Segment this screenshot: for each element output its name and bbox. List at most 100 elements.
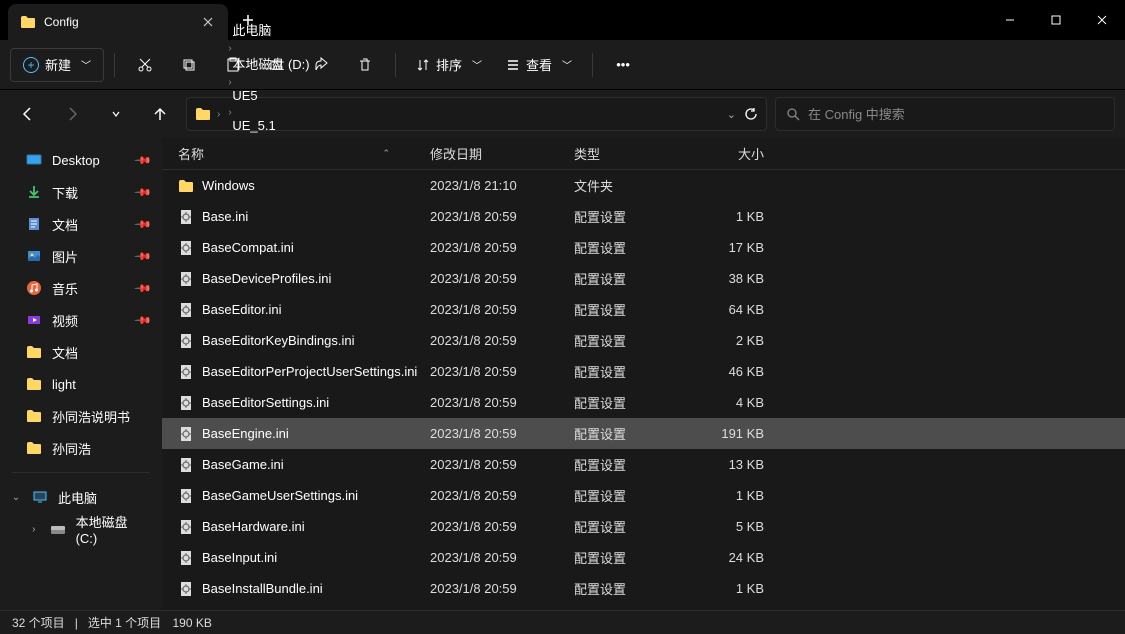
ini-icon — [178, 240, 194, 256]
sidebar-label: 孙同浩说明书 — [52, 407, 130, 426]
ini-icon — [178, 488, 194, 504]
file-date: 2023/1/8 20:59 — [430, 457, 574, 472]
forward-button[interactable] — [54, 96, 90, 132]
breadcrumb-item[interactable]: 此电脑 — [226, 20, 315, 39]
file-row[interactable]: BaseGame.ini2023/1/8 20:59配置设置13 KB — [162, 449, 1125, 480]
separator — [592, 53, 593, 77]
sidebar-item[interactable]: 音乐📌 — [0, 272, 162, 304]
recent-dropdown[interactable] — [98, 96, 134, 132]
chevron-right-icon: › — [28, 524, 40, 535]
file-row[interactable]: BaseEditorKeyBindings.ini2023/1/8 20:59配… — [162, 325, 1125, 356]
column-type[interactable]: 类型 — [574, 144, 694, 163]
file-row[interactable]: BaseInstallBundle.ini2023/1/8 20:59配置设置1… — [162, 573, 1125, 604]
music-icon — [26, 280, 42, 296]
titlebar-drag[interactable] — [268, 0, 987, 40]
file-date: 2023/1/8 20:59 — [430, 395, 574, 410]
back-button[interactable] — [10, 96, 46, 132]
chevron-down-icon[interactable]: ⌄ — [727, 108, 736, 121]
minimize-button[interactable] — [987, 0, 1033, 40]
file-date: 2023/1/8 20:59 — [430, 519, 574, 534]
sidebar-label: 视频 — [52, 311, 78, 330]
sidebar-item[interactable]: 文档 — [0, 336, 162, 368]
file-type: 配置设置 — [574, 269, 694, 288]
file-row[interactable]: BaseEditor.ini2023/1/8 20:59配置设置64 KB — [162, 294, 1125, 325]
file-size: 1 KB — [694, 209, 764, 224]
sidebar-item[interactable]: light — [0, 368, 162, 400]
chevron-right-icon[interactable]: › — [215, 109, 222, 120]
file-name: BaseInstallBundle.ini — [202, 581, 323, 596]
cut-button[interactable] — [125, 48, 165, 82]
sidebar-label: 图片 — [52, 247, 78, 266]
delete-button[interactable] — [345, 48, 385, 82]
sidebar-label: 文档 — [52, 215, 78, 234]
file-name: BaseDeviceProfiles.ini — [202, 271, 331, 286]
sidebar-item[interactable]: 视频📌 — [0, 304, 162, 336]
column-headers: 名称 ⌃ 修改日期 类型 大小 — [162, 138, 1125, 170]
sidebar-item[interactable]: Desktop📌 — [0, 144, 162, 176]
close-icon[interactable] — [200, 14, 216, 30]
file-list[interactable]: Windows2023/1/8 21:10文件夹Base.ini2023/1/8… — [162, 170, 1125, 610]
sidebar: Desktop📌下载📌文档📌图片📌音乐📌视频📌文档light孙同浩说明书孙同浩 … — [0, 138, 162, 610]
file-size: 191 KB — [694, 426, 764, 441]
file-row[interactable]: BaseDeviceProfiles.ini2023/1/8 20:59配置设置… — [162, 263, 1125, 294]
ini-icon — [178, 426, 194, 442]
file-row[interactable]: BaseCompat.ini2023/1/8 20:59配置设置17 KB — [162, 232, 1125, 263]
breadcrumb-item[interactable]: UE5 — [226, 88, 315, 103]
copy-icon — [181, 57, 197, 73]
breadcrumb-item[interactable]: 本地磁盘 (D:) — [226, 54, 315, 73]
folder-icon — [20, 15, 36, 29]
column-size[interactable]: 大小 — [694, 144, 764, 163]
column-date[interactable]: 修改日期 — [430, 144, 574, 163]
breadcrumb-item[interactable]: UE_5.1 — [226, 118, 315, 133]
file-name: BaseEditorSettings.ini — [202, 395, 329, 410]
new-button[interactable]: + 新建 ﹀ — [10, 48, 104, 82]
body: Desktop📌下载📌文档📌图片📌音乐📌视频📌文档light孙同浩说明书孙同浩 … — [0, 138, 1125, 610]
up-button[interactable] — [142, 96, 178, 132]
sidebar-item-thispc[interactable]: ⌄ 此电脑 — [0, 481, 162, 513]
file-row[interactable]: Base.ini2023/1/8 20:59配置设置1 KB — [162, 201, 1125, 232]
sidebar-item[interactable]: 文档📌 — [0, 208, 162, 240]
chevron-right-icon[interactable]: › — [226, 107, 233, 118]
file-row[interactable]: BaseEngine.ini2023/1/8 20:59配置设置191 KB — [162, 418, 1125, 449]
file-row[interactable]: BaseGameUserSettings.ini2023/1/8 20:59配置… — [162, 480, 1125, 511]
file-type: 配置设置 — [574, 300, 694, 319]
file-date: 2023/1/8 20:59 — [430, 333, 574, 348]
file-row[interactable]: BaseInput.ini2023/1/8 20:59配置设置24 KB — [162, 542, 1125, 573]
column-name[interactable]: 名称 ⌃ — [172, 144, 430, 163]
titlebar: Config — [0, 0, 1125, 40]
sidebar-item[interactable]: 孙同浩说明书 — [0, 400, 162, 432]
file-row[interactable]: BaseEditorSettings.ini2023/1/8 20:59配置设置… — [162, 387, 1125, 418]
drive-icon — [50, 521, 66, 537]
breadcrumb[interactable]: › 此电脑›本地磁盘 (D:)›UE5›UE_5.1›Engine›Config… — [186, 97, 767, 131]
file-row[interactable]: BaseEditorPerProjectUserSettings.ini2023… — [162, 356, 1125, 387]
sidebar-item[interactable]: 图片📌 — [0, 240, 162, 272]
file-name: BaseEngine.ini — [202, 426, 289, 441]
search-box[interactable] — [775, 97, 1115, 131]
sidebar-item-drive-c[interactable]: › 本地磁盘 (C:) — [0, 513, 162, 545]
chevron-down-icon: ⌄ — [10, 492, 22, 503]
close-window-button[interactable] — [1079, 0, 1125, 40]
refresh-button[interactable] — [744, 107, 758, 121]
more-button[interactable]: ••• — [603, 48, 643, 82]
chevron-right-icon[interactable]: › — [226, 43, 233, 54]
file-row[interactable]: Windows2023/1/8 21:10文件夹 — [162, 170, 1125, 201]
file-date: 2023/1/8 20:59 — [430, 364, 574, 379]
chevron-right-icon[interactable]: › — [226, 77, 233, 88]
pictures-icon — [26, 248, 42, 264]
view-button[interactable]: 查看 ﹀ — [496, 48, 582, 82]
tab-config[interactable]: Config — [8, 4, 228, 40]
pin-icon: 📌 — [134, 183, 153, 202]
search-input[interactable] — [808, 107, 1104, 122]
sidebar-item[interactable]: 孙同浩 — [0, 432, 162, 464]
copy-button[interactable] — [169, 48, 209, 82]
maximize-button[interactable] — [1033, 0, 1079, 40]
sort-button[interactable]: 排序 ﹀ — [406, 48, 492, 82]
sidebar-item[interactable]: 下载 📌 — [0, 176, 162, 208]
separator — [114, 53, 115, 77]
window-controls — [987, 0, 1125, 40]
file-row[interactable]: BaseHardware.ini2023/1/8 20:59配置设置5 KB — [162, 511, 1125, 542]
sidebar-label: 此电脑 — [58, 488, 97, 507]
sidebar-label: 下载 — [52, 183, 78, 202]
desktop-icon — [26, 152, 42, 168]
file-type: 配置设置 — [574, 331, 694, 350]
